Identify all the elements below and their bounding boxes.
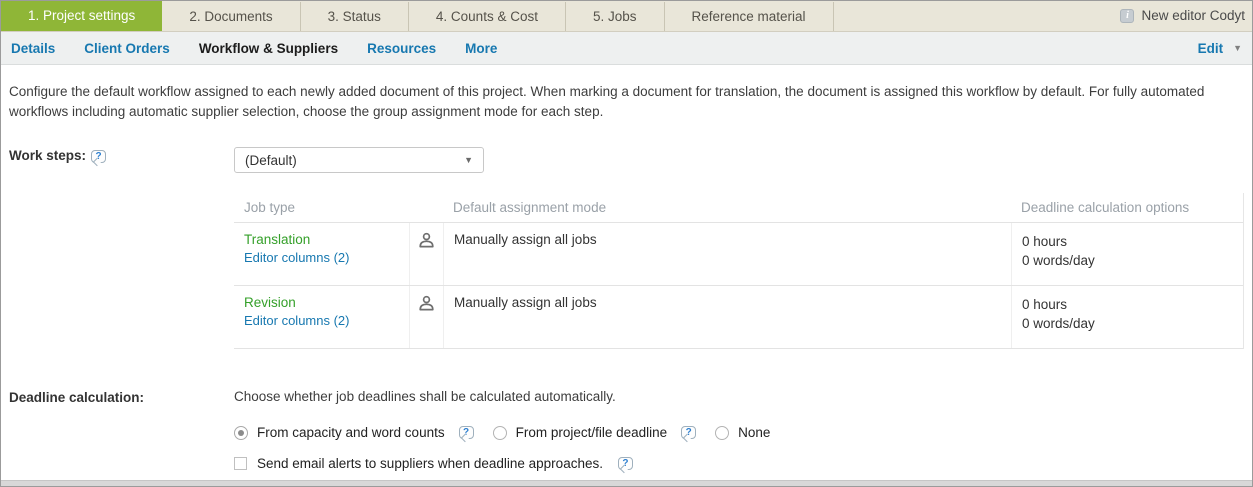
person-icon — [418, 299, 435, 314]
section-nav: Details Client Orders Workflow & Supplie… — [1, 32, 1252, 65]
job-type-revision[interactable]: Revision — [244, 295, 296, 310]
edit-label: Edit — [1198, 41, 1224, 56]
workflow-intro-text: Configure the default workflow assigned … — [9, 82, 1242, 122]
workflow-row-revision: Revision Editor columns (2) Manua — [234, 286, 1243, 349]
workflow-template-dropdown[interactable]: (Default) ▼ — [234, 147, 484, 173]
nav-workflow-suppliers[interactable]: Workflow & Suppliers — [199, 41, 338, 56]
deadline-hours: 0 hours — [1022, 295, 1234, 314]
tab-jobs[interactable]: 5. Jobs — [566, 2, 665, 31]
email-alert-checkbox[interactable] — [234, 457, 247, 470]
workflow-table: Job type Default assignment mode Deadlin… — [234, 193, 1244, 349]
bottom-divider — [1, 480, 1252, 486]
tab-reference-material[interactable]: Reference material — [665, 2, 834, 31]
help-icon[interactable]: ? — [91, 150, 106, 163]
job-type-translation[interactable]: Translation — [244, 232, 310, 247]
radio-capacity-word-counts[interactable] — [234, 426, 248, 440]
work-steps-label: Work steps: — [9, 148, 86, 163]
nav-more[interactable]: More — [465, 41, 497, 56]
radio-option-none: None — [715, 425, 770, 440]
radio-label[interactable]: From capacity and word counts — [257, 425, 445, 440]
tab-project-settings[interactable]: 1. Project settings — [1, 0, 162, 31]
help-icon[interactable]: ? — [681, 426, 696, 439]
assignment-mode-value: Manually assign all jobs — [443, 286, 1011, 348]
header-deadline-options: Deadline calculation options — [1011, 200, 1244, 215]
radio-option-project-deadline: From project/file deadline ? — [493, 425, 697, 440]
deadline-calculation-label: Deadline calculation: — [9, 390, 144, 405]
help-icon[interactable]: ? — [618, 457, 633, 470]
notification-text: New editor Codyt — [1141, 8, 1245, 23]
deadline-words: 0 words/day — [1022, 314, 1234, 333]
tab-documents[interactable]: 2. Documents — [162, 2, 300, 31]
email-alert-label[interactable]: Send email alerts to suppliers when dead… — [257, 456, 603, 471]
nav-resources[interactable]: Resources — [367, 41, 436, 56]
tab-status[interactable]: 3. Status — [301, 2, 409, 31]
header-job-type: Job type — [234, 200, 409, 215]
header-assignment-mode: Default assignment mode — [443, 200, 1011, 215]
radio-project-file-deadline[interactable] — [493, 426, 507, 440]
tab-counts-cost[interactable]: 4. Counts & Cost — [409, 2, 566, 31]
deadline-words: 0 words/day — [1022, 251, 1234, 270]
chevron-down-icon: ▼ — [464, 156, 473, 165]
email-alert-row: Send email alerts to suppliers when dead… — [234, 456, 789, 471]
radio-label[interactable]: None — [738, 425, 770, 440]
info-icon[interactable]: i — [1120, 9, 1134, 23]
work-steps-section: Work steps:? (Default) ▼ Job type Defaul… — [9, 147, 1242, 349]
nav-details[interactable]: Details — [11, 41, 55, 56]
table-header-row: Job type Default assignment mode Deadlin… — [234, 193, 1243, 223]
deadline-hours: 0 hours — [1022, 232, 1234, 251]
deadline-options-value: 0 hours 0 words/day — [1011, 223, 1244, 285]
radio-label[interactable]: From project/file deadline — [516, 425, 668, 440]
nav-client-orders[interactable]: Client Orders — [84, 41, 170, 56]
dropdown-value: (Default) — [245, 153, 297, 168]
deadline-calculation-section: Deadline calculation: Choose whether job… — [9, 389, 1242, 471]
radio-none[interactable] — [715, 426, 729, 440]
person-icon — [418, 236, 435, 251]
assignment-mode-value: Manually assign all jobs — [443, 223, 1011, 285]
radio-option-capacity: From capacity and word counts ? — [234, 425, 474, 440]
project-settings-page: 1. Project settings 2. Documents 3. Stat… — [0, 0, 1253, 487]
deadline-options-value: 0 hours 0 words/day — [1011, 286, 1244, 348]
editor-columns-link[interactable]: Editor columns (2) — [244, 250, 399, 265]
content-area: Configure the default workflow assigned … — [1, 65, 1252, 471]
editor-columns-link[interactable]: Editor columns (2) — [244, 313, 399, 328]
new-editor-notification[interactable]: i New editor Codyt — [1120, 0, 1252, 31]
deadline-mode-radio-group: From capacity and word counts ? From pro… — [234, 425, 789, 440]
workflow-row-translation: Translation Editor columns (2) Ma — [234, 223, 1243, 286]
top-tab-bar: 1. Project settings 2. Documents 3. Stat… — [1, 1, 1252, 32]
edit-menu-button[interactable]: Edit ▼ — [1198, 41, 1242, 56]
help-icon[interactable]: ? — [459, 426, 474, 439]
chevron-down-icon: ▼ — [1233, 44, 1242, 53]
deadline-description: Choose whether job deadlines shall be ca… — [234, 389, 789, 404]
